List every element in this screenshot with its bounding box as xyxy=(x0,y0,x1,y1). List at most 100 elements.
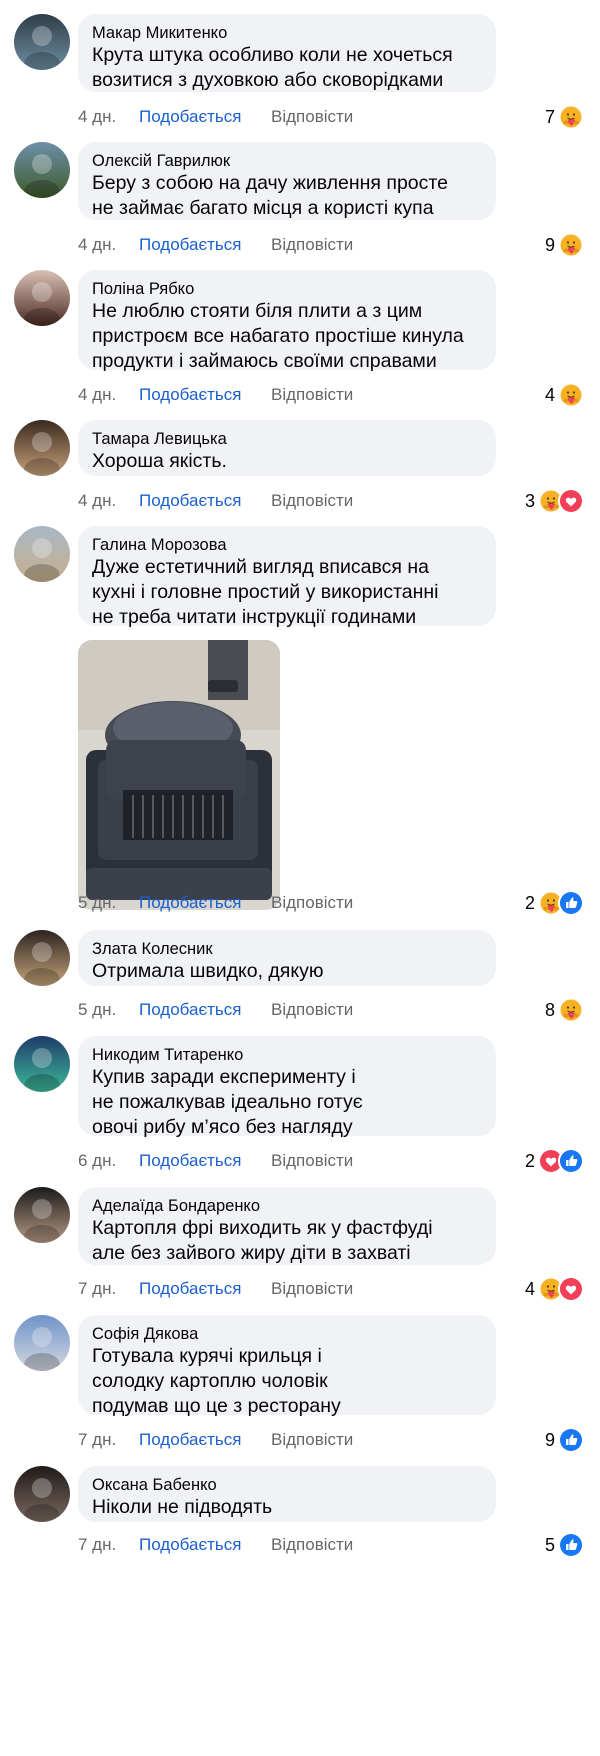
comment-text-line: не займає багато місця а користі купа xyxy=(92,197,434,219)
comment-author[interactable]: Олексій Гаврилюк xyxy=(92,151,480,171)
comment-actions: 4 дн. Подобається Відповісти 4 xyxy=(78,382,588,408)
comment-text-line: Не люблю стояти біля плити а з цим xyxy=(92,300,423,322)
comment-text: Готувала курячі крильця і солодку картопл… xyxy=(92,1344,480,1419)
avatar[interactable] xyxy=(14,142,70,198)
reply-button[interactable]: Відповісти xyxy=(271,1149,353,1173)
reply-button[interactable]: Відповісти xyxy=(271,383,353,407)
comment-text: Крута штука особливо коли не хочеться воз… xyxy=(92,43,480,93)
comment-timestamp[interactable]: 4 дн. xyxy=(78,105,116,129)
comment-timestamp[interactable]: 4 дн. xyxy=(78,383,116,407)
avatar[interactable] xyxy=(14,1315,70,1371)
comment-bubble: Макар Микитенко Крута штука особливо коли… xyxy=(78,14,496,92)
reactions-summary[interactable]: 2 xyxy=(524,890,584,916)
like-button[interactable]: Подобається xyxy=(139,1533,242,1557)
avatar[interactable] xyxy=(14,1466,70,1522)
comment-author[interactable]: Тамара Левицька xyxy=(92,429,480,449)
reply-button[interactable]: Відповісти xyxy=(271,489,353,513)
comment-actions: 4 дн. Подобається Відповісти 7 xyxy=(78,104,588,130)
comment-text-line: возитися з духовкою або сковорідками xyxy=(92,69,444,91)
comment-author[interactable]: Никодим Титаренко xyxy=(92,1045,480,1065)
reactions-summary[interactable]: 2 xyxy=(525,1148,584,1174)
comment-author[interactable]: Макар Микитенко xyxy=(92,23,480,43)
reply-button[interactable]: Відповісти xyxy=(271,1277,353,1301)
comment-text-line: подумав що це з ресторану xyxy=(92,1395,341,1417)
comment-timestamp[interactable]: 7 дн. xyxy=(78,1533,116,1557)
reactions-summary[interactable]: 5 xyxy=(544,1532,584,1558)
comment-bubble: Софія Дякова Готувала курячі крильця і сол… xyxy=(78,1315,496,1417)
comment-author[interactable]: Софія Дякова xyxy=(92,1324,480,1344)
comment-text-line: Дуже естетичний вигляд вписався на xyxy=(92,556,429,578)
comment-actions: 7 дн. Подобається Відповісти 5 xyxy=(78,1532,588,1558)
like-button[interactable]: Подобається xyxy=(139,1149,242,1173)
avatar[interactable] xyxy=(14,1187,70,1243)
reactions-summary[interactable]: 4 xyxy=(524,1276,584,1302)
reply-button[interactable]: Відповісти xyxy=(271,1428,353,1452)
avatar[interactable] xyxy=(14,420,70,476)
reaction-count: 8 xyxy=(544,1000,555,1020)
comment-bubble: Олексій Гаврилюк Беру з собою на дачу жив… xyxy=(78,142,496,220)
comment-text-line: Отримала швидко, дякую xyxy=(92,960,324,982)
reaction-count: 3 xyxy=(524,491,535,511)
reaction-count: 9 xyxy=(544,235,555,255)
reactions-summary[interactable]: 3 xyxy=(524,488,584,514)
avatar[interactable] xyxy=(14,526,70,582)
like-icon xyxy=(558,1532,584,1558)
comment-author[interactable]: Оксана Бабенко xyxy=(92,1475,480,1495)
like-button[interactable]: Подобається xyxy=(139,1277,242,1301)
avatar[interactable] xyxy=(14,14,70,70)
comment-timestamp[interactable]: 4 дн. xyxy=(78,233,116,257)
care-icon xyxy=(558,232,584,258)
comment-author[interactable]: Галина Морозова xyxy=(92,535,480,555)
reaction-count: 4 xyxy=(544,385,555,405)
like-button[interactable]: Подобається xyxy=(139,105,242,129)
comment-timestamp[interactable]: 6 дн. xyxy=(78,1149,116,1173)
comment-author[interactable]: Аделаїда Бондаренко xyxy=(92,1196,480,1216)
comment-text-line: пристроєм все набагато простіше кинула xyxy=(92,325,464,347)
love-icon xyxy=(558,1276,584,1302)
comment-actions: 4 дн. Подобається Відповісти 3 xyxy=(78,488,588,514)
reactions-summary[interactable]: 9 xyxy=(545,1427,584,1453)
like-button[interactable]: Подобається xyxy=(139,233,242,257)
comment-timestamp[interactable]: 5 дн. xyxy=(78,998,116,1022)
comment-text-line: не треба читати інструкції годинами xyxy=(92,606,417,628)
reply-button[interactable]: Відповісти xyxy=(271,998,353,1022)
comment-text: Картопля фрі виходить як у фастфуді але б… xyxy=(92,1216,480,1266)
comment-author[interactable]: Злата Колесник xyxy=(92,939,480,959)
comment-timestamp[interactable]: 4 дн. xyxy=(78,489,116,513)
comment-text-line: Беру з собою на дачу живлення просте xyxy=(92,172,448,194)
reactions-summary[interactable]: 8 xyxy=(544,997,584,1023)
comment-bubble: Злата Колесник Отримала швидко, дякую xyxy=(78,930,496,986)
reaction-count: 2 xyxy=(524,893,535,913)
comment-photo[interactable] xyxy=(78,640,280,910)
like-button[interactable]: Подобається xyxy=(139,383,242,407)
comment-actions: 6 дн. Подобається Відповісти 2 xyxy=(78,1148,588,1174)
comment-text-line: Ніколи не підводять xyxy=(92,1496,273,1518)
comment-text-line: але без зайвого жиру діти в захваті xyxy=(92,1242,411,1264)
avatar[interactable] xyxy=(14,1036,70,1092)
comment-timestamp[interactable]: 7 дн. xyxy=(78,1428,116,1452)
avatar[interactable] xyxy=(14,930,70,986)
reactions-summary[interactable]: 4 xyxy=(544,382,584,408)
reply-button[interactable]: Відповісти xyxy=(271,105,353,129)
avatar[interactable] xyxy=(14,270,70,326)
reply-button[interactable]: Відповісти xyxy=(271,891,353,915)
comment-timestamp[interactable]: 7 дн. xyxy=(78,1277,116,1301)
comment-bubble: Оксана Бабенко Ніколи не підводять xyxy=(78,1466,496,1522)
comment-actions: 7 дн. Подобається Відповісти 9 xyxy=(78,1427,588,1453)
comment-author[interactable]: Поліна Рябко xyxy=(92,279,480,299)
reaction-count: 5 xyxy=(544,1535,555,1555)
comment-timestamp[interactable]: 5 дн. xyxy=(78,891,116,915)
like-button[interactable]: Подобається xyxy=(139,998,242,1022)
like-button[interactable]: Подобається xyxy=(139,489,242,513)
care-icon xyxy=(558,382,584,408)
like-button[interactable]: Подобається xyxy=(139,1428,242,1452)
reply-button[interactable]: Відповісти xyxy=(271,233,353,257)
reply-button[interactable]: Відповісти xyxy=(271,1533,353,1557)
reactions-summary[interactable]: 9 xyxy=(544,232,584,258)
comment-text: Хороша якість. xyxy=(92,449,480,474)
reaction-count: 4 xyxy=(524,1279,535,1299)
reactions-summary[interactable]: 7 xyxy=(545,104,584,130)
love-icon xyxy=(558,488,584,514)
like-button[interactable]: Подобається xyxy=(139,891,242,915)
comment-actions: 4 дн. Подобається Відповісти 9 xyxy=(78,232,588,258)
